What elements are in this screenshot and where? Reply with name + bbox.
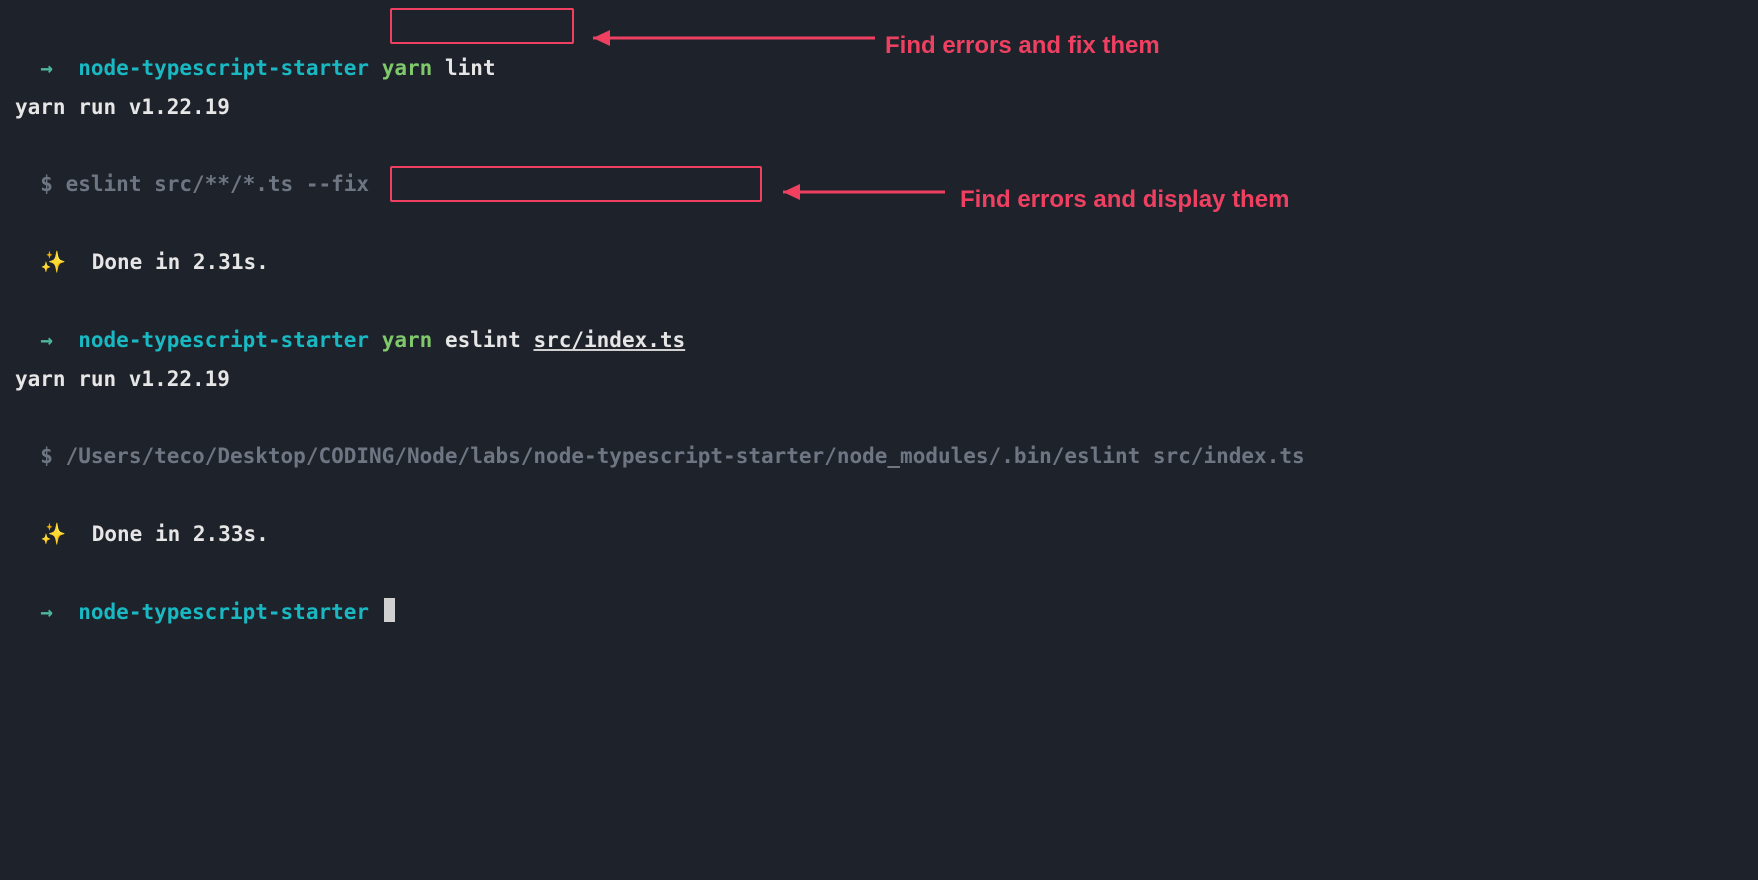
command-arg-path: src/index.ts: [533, 328, 685, 352]
spacer: [53, 172, 66, 196]
prompt-directory: node-typescript-starter: [78, 56, 369, 80]
command-yarn: yarn: [382, 328, 433, 352]
spacer: [53, 444, 66, 468]
done-line: ✨ Done in 2.31s.: [15, 204, 1758, 282]
prompt-arrow-icon: →: [40, 600, 53, 624]
prompt-directory: node-typescript-starter: [78, 328, 369, 352]
exec-command: eslint src/**/*.ts --fix: [66, 172, 369, 196]
spacer: [53, 328, 78, 352]
yarn-version-line: yarn run v1.22.19: [15, 88, 1758, 127]
dollar-sign: $: [40, 172, 53, 196]
terminal-line[interactable]: → node-typescript-starter: [15, 554, 1758, 632]
command-arg: eslint: [445, 328, 534, 352]
annotation-text-1: Find errors and fix them: [885, 24, 1160, 68]
exec-line: $ /Users/teco/Desktop/CODING/Node/labs/n…: [15, 398, 1758, 476]
spacer: [432, 328, 445, 352]
spacer: [66, 522, 91, 546]
annotation-text-2: Find errors and display them: [960, 178, 1289, 222]
spacer: [53, 600, 78, 624]
command-yarn: yarn: [382, 56, 433, 80]
spacer: [432, 56, 445, 80]
prompt-arrow-icon: →: [40, 56, 53, 80]
sparkle-icon: ✨: [40, 250, 66, 274]
exec-command: /Users/teco/Desktop/CODING/Node/labs/nod…: [66, 444, 1305, 468]
prompt-arrow-icon: →: [40, 328, 53, 352]
done-line: ✨ Done in 2.33s.: [15, 476, 1758, 554]
spacer: [66, 250, 91, 274]
terminal-line: → node-typescript-starter yarn eslint sr…: [15, 282, 1758, 360]
spacer: [369, 600, 382, 624]
spacer: [369, 328, 382, 352]
sparkle-icon: ✨: [40, 522, 66, 546]
dollar-sign: $: [40, 444, 53, 468]
spacer: [53, 56, 78, 80]
done-text: Done in 2.31s.: [92, 250, 269, 274]
yarn-version-line: yarn run v1.22.19: [15, 360, 1758, 399]
done-text: Done in 2.33s.: [92, 522, 269, 546]
exec-line: $ eslint src/**/*.ts --fix: [15, 127, 1758, 205]
cursor-icon: [384, 598, 395, 622]
prompt-directory: node-typescript-starter: [78, 600, 369, 624]
spacer: [369, 56, 382, 80]
command-arg: lint: [445, 56, 496, 80]
